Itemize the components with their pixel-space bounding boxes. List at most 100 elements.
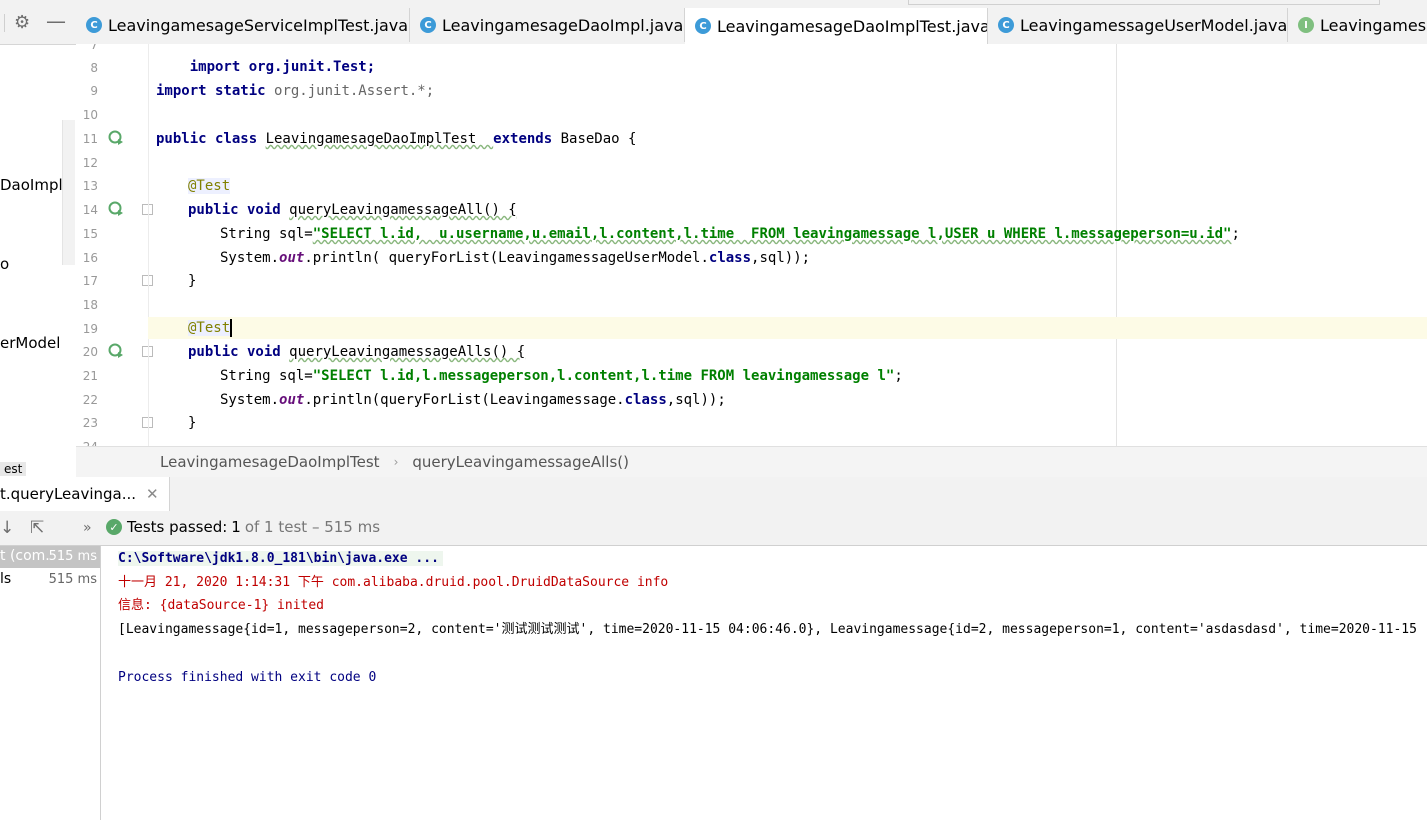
tab-bar-top-line (908, 0, 1380, 5)
minimize-icon[interactable]: — (46, 9, 66, 33)
console-line: Process finished with exit code 0 (118, 670, 377, 685)
code-line: @Test (188, 175, 231, 197)
code-field: out (279, 250, 305, 266)
test-duration: 515 ms (48, 549, 97, 564)
check-icon: ✓ (106, 519, 122, 535)
tab-label: LeavingamessageUserModel.java (1020, 15, 1288, 35)
code-token: System. (220, 392, 280, 408)
code-line: } (188, 412, 196, 434)
code-keyword: extends (493, 131, 561, 147)
more-icon[interactable]: » (83, 520, 92, 536)
run-config-tab[interactable]: t.queryLeavinga... ✕ (0, 477, 170, 511)
code-keyword: import static (156, 83, 275, 99)
run-tab-label: t.queryLeavinga... (0, 485, 137, 503)
run-toolbar: ↓ ⇱ » ✓ Tests passed: 1 of 1 test – 515 … (0, 511, 1427, 546)
line-number: 20 (82, 345, 98, 359)
code-keyword: public void (188, 344, 290, 360)
project-tree-item[interactable]: o (0, 255, 9, 273)
code-token: .println( queryForList(LeavingamessageUs… (304, 250, 709, 266)
code-token: String sql= (220, 368, 313, 384)
code-line: public void queryLeavingamessageAlls() { (188, 341, 525, 363)
export-icon[interactable]: ⇱ (30, 518, 44, 538)
tab-label: Leavingamessa (1320, 15, 1427, 35)
current-code-line: @Test (148, 317, 1427, 339)
code-line: import static org.junit.Assert.*; (156, 80, 434, 102)
test-status-detail: of 1 test – 515 ms (244, 518, 381, 536)
project-panel: ⚙ — DaoImpl o erModel est (0, 0, 76, 476)
line-number: 13 (82, 179, 98, 193)
code-line: public class LeavingamesageDaoImplTest e… (156, 128, 636, 150)
tab-service-impl-test[interactable]: C LeavingamesageServiceImplTest.java ✕ (76, 8, 410, 42)
gear-icon[interactable]: ⚙ (14, 12, 30, 33)
line-number: 7 (90, 44, 98, 52)
console-command: C:\Software\jdk1.8.0_181\bin\java.exe ..… (118, 551, 443, 566)
code-token: org.junit.Assert.*; (274, 83, 435, 99)
tab-interface[interactable]: I Leavingamessa (1288, 8, 1427, 42)
close-icon[interactable]: ✕ (146, 485, 159, 503)
run-test-icon[interactable] (108, 343, 124, 359)
right-margin-guide (1116, 44, 1117, 446)
line-number: 17 (82, 274, 98, 288)
line-number: 23 (82, 416, 98, 430)
code-line: System.out.println( queryForList(Leaving… (220, 247, 810, 269)
class-test-icon: C (86, 17, 102, 33)
line-number: 8 (90, 61, 98, 75)
tab-label: LeavingamesageServiceImplTest.java (108, 15, 409, 35)
class-test-icon: C (695, 18, 711, 34)
code-line: import org.junit.Test; (156, 44, 375, 75)
code-keyword: public void (188, 202, 290, 218)
code-token: import org.junit.Test; (189, 59, 376, 75)
code-line: System.out.println(queryForList(Leavinga… (220, 389, 726, 411)
code-token: } (188, 273, 197, 289)
code-keyword: class (708, 250, 752, 266)
line-number: 19 (82, 322, 98, 336)
tab-user-model[interactable]: C LeavingamessageUserModel.java ✕ (988, 8, 1288, 42)
test-name: ls (0, 571, 12, 587)
code-line: String sql="SELECT l.id, u.username,u.em… (220, 223, 1240, 245)
code-token: queryLeavingamessageAlls() { (289, 344, 526, 360)
test-passed-count: 1 (231, 518, 241, 536)
line-number: 14 (82, 203, 98, 217)
line-number: 12 (82, 156, 98, 170)
breadcrumb-method[interactable]: queryLeavingamessageAlls() (412, 453, 629, 471)
breadcrumb-class[interactable]: LeavingamesageDaoImplTest (160, 453, 380, 471)
code-token: ; (1231, 226, 1240, 242)
run-test-icon[interactable] (108, 130, 124, 146)
code-keyword: public class (156, 131, 266, 147)
code-token: String sql= (220, 226, 313, 242)
project-panel-toolbar: ⚙ — (0, 0, 76, 45)
test-tree-row[interactable]: t (com. 515 ms (0, 546, 100, 568)
tab-label: LeavingamesageDaoImpl.java (442, 15, 684, 35)
project-tree-item[interactable]: DaoImpl (0, 176, 63, 194)
console-line: [Leavingamessage{id=1, messageperson=2, … (118, 622, 1417, 637)
tab-dao-impl[interactable]: C LeavingamesageDaoImpl.java ✕ (410, 8, 685, 42)
class-icon: C (420, 17, 436, 33)
arrow-down-icon[interactable]: ↓ (0, 518, 14, 538)
line-number: 22 (82, 393, 98, 407)
test-tree-row[interactable]: ls 515 ms (0, 569, 100, 591)
console-line: 十一月 21, 2020 1:14:31 下午 com.alibaba.drui… (118, 575, 669, 590)
code-line: public void queryLeavingamessageAll() { (188, 199, 517, 221)
test-results-tree: t (com. 515 ms ls 515 ms (0, 546, 101, 820)
test-duration: 515 ms (48, 572, 97, 587)
test-name: t (com. (0, 548, 50, 564)
line-number: 16 (82, 251, 98, 265)
code-token: BaseDao { (560, 131, 637, 147)
test-status: ✓ Tests passed: 1 of 1 test – 515 ms (106, 518, 380, 536)
class-icon: C (998, 17, 1014, 33)
project-scrollbar[interactable] (62, 120, 75, 265)
code-string: "SELECT l.id,l.messageperson,l.content,l… (312, 368, 895, 384)
breadcrumb: LeavingamesageDaoImplTest › queryLeaving… (76, 446, 1427, 478)
code-editor[interactable]: 7 8 9 10 11 12 13 14 15 16 17 18 19 20 2… (76, 44, 1427, 446)
code-keyword: class (624, 392, 667, 408)
editor-gutter: 7 8 9 10 11 12 13 14 15 16 17 18 19 20 2… (76, 44, 153, 446)
run-test-icon[interactable] (108, 201, 124, 217)
console-output[interactable]: C:\Software\jdk1.8.0_181\bin\java.exe ..… (101, 546, 1427, 820)
line-number: 10 (82, 108, 98, 122)
tab-dao-impl-test[interactable]: C LeavingamesageDaoImplTest.java ✕ (685, 8, 988, 44)
line-number: 15 (82, 227, 98, 241)
line-number: 18 (82, 298, 98, 312)
run-tool-tab[interactable]: est (0, 462, 27, 476)
project-tree-item[interactable]: erModel (0, 334, 60, 352)
code-field: out (279, 392, 305, 408)
